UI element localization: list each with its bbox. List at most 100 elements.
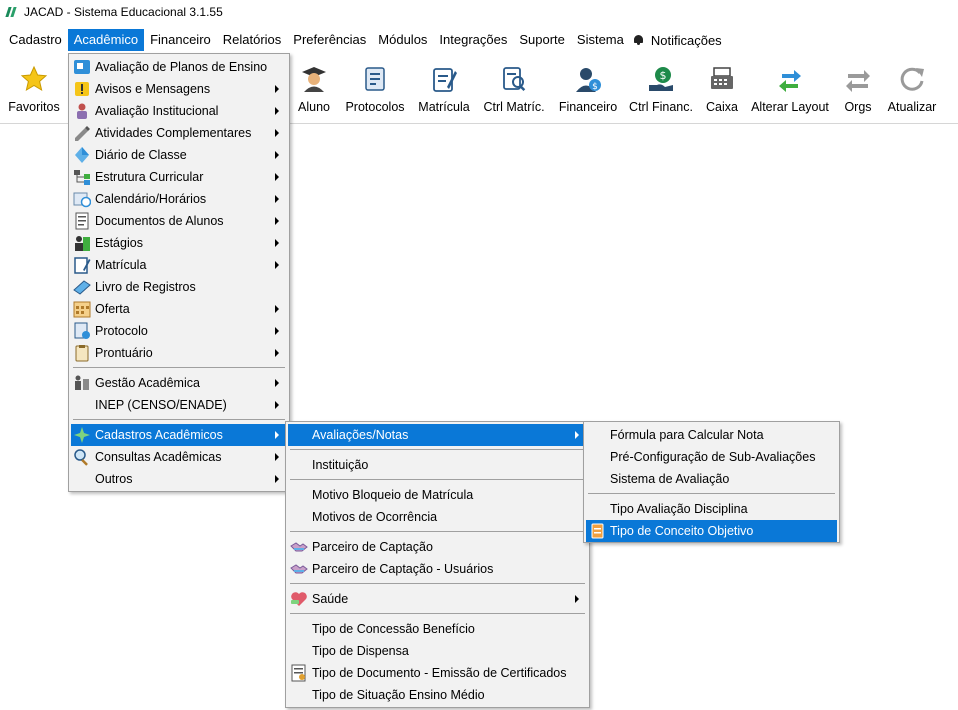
money-hand-icon: $ bbox=[646, 64, 676, 94]
menu-item-label: Documentos de Alunos bbox=[95, 214, 224, 228]
menu-item-calendario-horarios[interactable]: Calendário/Horários bbox=[71, 188, 287, 210]
menu-item-label: Tipo de Conceito Objetivo bbox=[610, 524, 754, 538]
menu-item-diario-classe[interactable]: Diário de Classe bbox=[71, 144, 287, 166]
menu-suporte[interactable]: Suporte bbox=[513, 29, 571, 51]
toolbar-financeiro-button[interactable]: $ Financeiro bbox=[556, 58, 620, 120]
menu-item-tipo-conceito-objetivo[interactable]: Tipo de Conceito Objetivo bbox=[586, 520, 837, 542]
toolbar-orgs-button[interactable]: Orgs bbox=[838, 58, 878, 120]
title-bar: JACAD - Sistema Educacional 3.1.55 bbox=[0, 0, 958, 24]
menu-preferencias[interactable]: Preferências bbox=[287, 29, 372, 51]
toolbar-favoritos-button[interactable]: Favoritos bbox=[6, 58, 62, 120]
search-icon bbox=[73, 448, 91, 466]
menu-separator bbox=[290, 531, 585, 532]
menu-item-tipo-situacao[interactable]: Tipo de Situação Ensino Médio bbox=[288, 684, 587, 706]
menu-item-formula-calcular-nota[interactable]: Fórmula para Calcular Nota bbox=[586, 424, 837, 446]
toolbar-label: Favoritos bbox=[8, 100, 60, 114]
toolbar-aluno-button[interactable]: Aluno bbox=[292, 58, 336, 120]
toolbar-label: Financeiro bbox=[558, 100, 618, 114]
submenu-arrow-icon bbox=[275, 349, 279, 357]
menu-item-pre-configuracao[interactable]: Pré-Configuração de Sub-Avaliações bbox=[586, 446, 837, 468]
menu-item-parceiro-captacao-usuarios[interactable]: Parceiro de Captação - Usuários bbox=[288, 558, 587, 580]
menu-item-label: Sistema de Avaliação bbox=[610, 472, 730, 486]
menu-item-consultas-academicas[interactable]: Consultas Acadêmicas bbox=[71, 446, 287, 468]
menu-item-motivo-bloqueio[interactable]: Motivo Bloqueio de Matrícula bbox=[288, 484, 587, 506]
menu-item-avaliacao-planos[interactable]: Avaliação de Planos de Ensino bbox=[71, 56, 287, 78]
menu-item-saude[interactable]: Saúde bbox=[288, 588, 587, 610]
menu-item-label: Tipo de Concessão Benefício bbox=[312, 622, 475, 636]
menu-item-parceiro-captacao[interactable]: Parceiro de Captação bbox=[288, 536, 587, 558]
toolbar-protocolos-button[interactable]: Protocolos bbox=[342, 58, 408, 120]
menu-integracoes[interactable]: Integrações bbox=[433, 29, 513, 51]
menu-item-motivos-ocorrencia[interactable]: Motivos de Ocorrência bbox=[288, 506, 587, 528]
menu-item-label: Estágios bbox=[95, 236, 143, 250]
menu-sistema[interactable]: Sistema bbox=[571, 29, 630, 51]
menu-item-matricula[interactable]: Matrícula bbox=[71, 254, 287, 276]
menu-item-label: Consultas Acadêmicas bbox=[95, 450, 222, 464]
menu-item-instituicao[interactable]: Instituição bbox=[288, 454, 587, 476]
menu-notificacoes[interactable]: Notificações bbox=[630, 29, 726, 51]
menu-item-sistema-avaliacao[interactable]: Sistema de Avaliação bbox=[586, 468, 837, 490]
toolbar-atualizar-button[interactable]: Atualizar bbox=[884, 58, 940, 120]
menu-financeiro[interactable]: Financeiro bbox=[144, 29, 217, 51]
heart-icon bbox=[290, 590, 308, 608]
cash-register-icon bbox=[707, 64, 737, 94]
menu-item-outros[interactable]: Outros bbox=[71, 468, 287, 490]
toolbar-label: Ctrl Financ. bbox=[629, 100, 693, 114]
book-icon bbox=[73, 278, 91, 296]
menu-item-avaliacao-institucional[interactable]: Avaliação Institucional bbox=[71, 100, 287, 122]
menu-item-estrutura-curricular[interactable]: Estrutura Curricular bbox=[71, 166, 287, 188]
orange-document-icon bbox=[588, 522, 606, 540]
enrollment-search-icon bbox=[499, 64, 529, 94]
submenu-arrow-icon bbox=[275, 475, 279, 483]
document-icon bbox=[73, 212, 91, 230]
toolbar-ctrl-financ-button[interactable]: $ Ctrl Financ. bbox=[628, 58, 694, 120]
menu-item-protocolo[interactable]: Protocolo bbox=[71, 320, 287, 342]
structure-icon bbox=[73, 168, 91, 186]
menu-item-label: Estrutura Curricular bbox=[95, 170, 204, 184]
menu-academico[interactable]: Acadêmico bbox=[67, 29, 145, 51]
menu-item-gestao-academica[interactable]: Gestão Acadêmica bbox=[71, 372, 287, 394]
menu-bar: Cadastro Acadêmico Financeiro Relatórios… bbox=[0, 28, 958, 52]
protocol-icon bbox=[73, 322, 91, 340]
menu-item-tipo-concessao[interactable]: Tipo de Concessão Benefício bbox=[288, 618, 587, 640]
star-icon bbox=[19, 64, 49, 94]
menu-item-prontuario[interactable]: Prontuário bbox=[71, 342, 287, 364]
menu-cadastro[interactable]: Cadastro bbox=[3, 29, 68, 51]
menu-separator bbox=[73, 419, 285, 420]
menu-item-label: Avisos e Mensagens bbox=[95, 82, 211, 96]
menu-item-tipo-dispensa[interactable]: Tipo de Dispensa bbox=[288, 640, 587, 662]
menu-item-label: Oferta bbox=[95, 302, 130, 316]
menu-item-oferta[interactable]: Oferta bbox=[71, 298, 287, 320]
menu-item-label: Protocolo bbox=[95, 324, 148, 338]
toolbar-ctrl-matric-button[interactable]: Ctrl Matríc. bbox=[481, 58, 547, 120]
submenu-arrow-icon bbox=[575, 431, 579, 439]
submenu-arrow-icon bbox=[275, 129, 279, 137]
submenu-arrow-icon bbox=[275, 107, 279, 115]
menu-item-tipo-documento[interactable]: Tipo de Documento - Emissão de Certifica… bbox=[288, 662, 587, 684]
menu-item-atividades-complementares[interactable]: Atividades Complementares bbox=[71, 122, 287, 144]
management-icon bbox=[73, 374, 91, 392]
menu-relatorios[interactable]: Relatórios bbox=[217, 29, 288, 51]
menu-item-avaliacoes-notas[interactable]: Avaliações/Notas bbox=[288, 424, 587, 446]
refresh-icon bbox=[897, 64, 927, 94]
toolbar-alterar-layout-button[interactable]: Alterar Layout bbox=[750, 58, 830, 120]
toolbar-label: Orgs bbox=[844, 100, 872, 114]
menu-item-label: Pré-Configuração de Sub-Avaliações bbox=[610, 450, 816, 464]
menu-item-livro-registros[interactable]: Livro de Registros bbox=[71, 276, 287, 298]
menu-item-documentos-alunos[interactable]: Documentos de Alunos bbox=[71, 210, 287, 232]
menu-item-estagios[interactable]: Estágios bbox=[71, 232, 287, 254]
menu-item-label: Calendário/Horários bbox=[95, 192, 207, 206]
submenu-arrow-icon bbox=[275, 327, 279, 335]
menu-item-tipo-avaliacao-disciplina[interactable]: Tipo Avaliação Disciplina bbox=[586, 498, 837, 520]
sparkle-icon bbox=[73, 426, 91, 444]
diamond-icon bbox=[73, 146, 91, 164]
toolbar-matricula-button[interactable]: Matrícula bbox=[414, 58, 474, 120]
menu-item-inep[interactable]: INEP (CENSO/ENADE) bbox=[71, 394, 287, 416]
submenu-arrow-icon bbox=[275, 85, 279, 93]
toolbar-caixa-button[interactable]: Caixa bbox=[702, 58, 742, 120]
menu-separator bbox=[73, 367, 285, 368]
menu-item-cadastros-academicos[interactable]: Cadastros Acadêmicos bbox=[71, 424, 287, 446]
menu-modulos[interactable]: Módulos bbox=[372, 29, 433, 51]
clipboard-icon bbox=[73, 344, 91, 362]
menu-item-avisos-mensagens[interactable]: Avisos e Mensagens bbox=[71, 78, 287, 100]
